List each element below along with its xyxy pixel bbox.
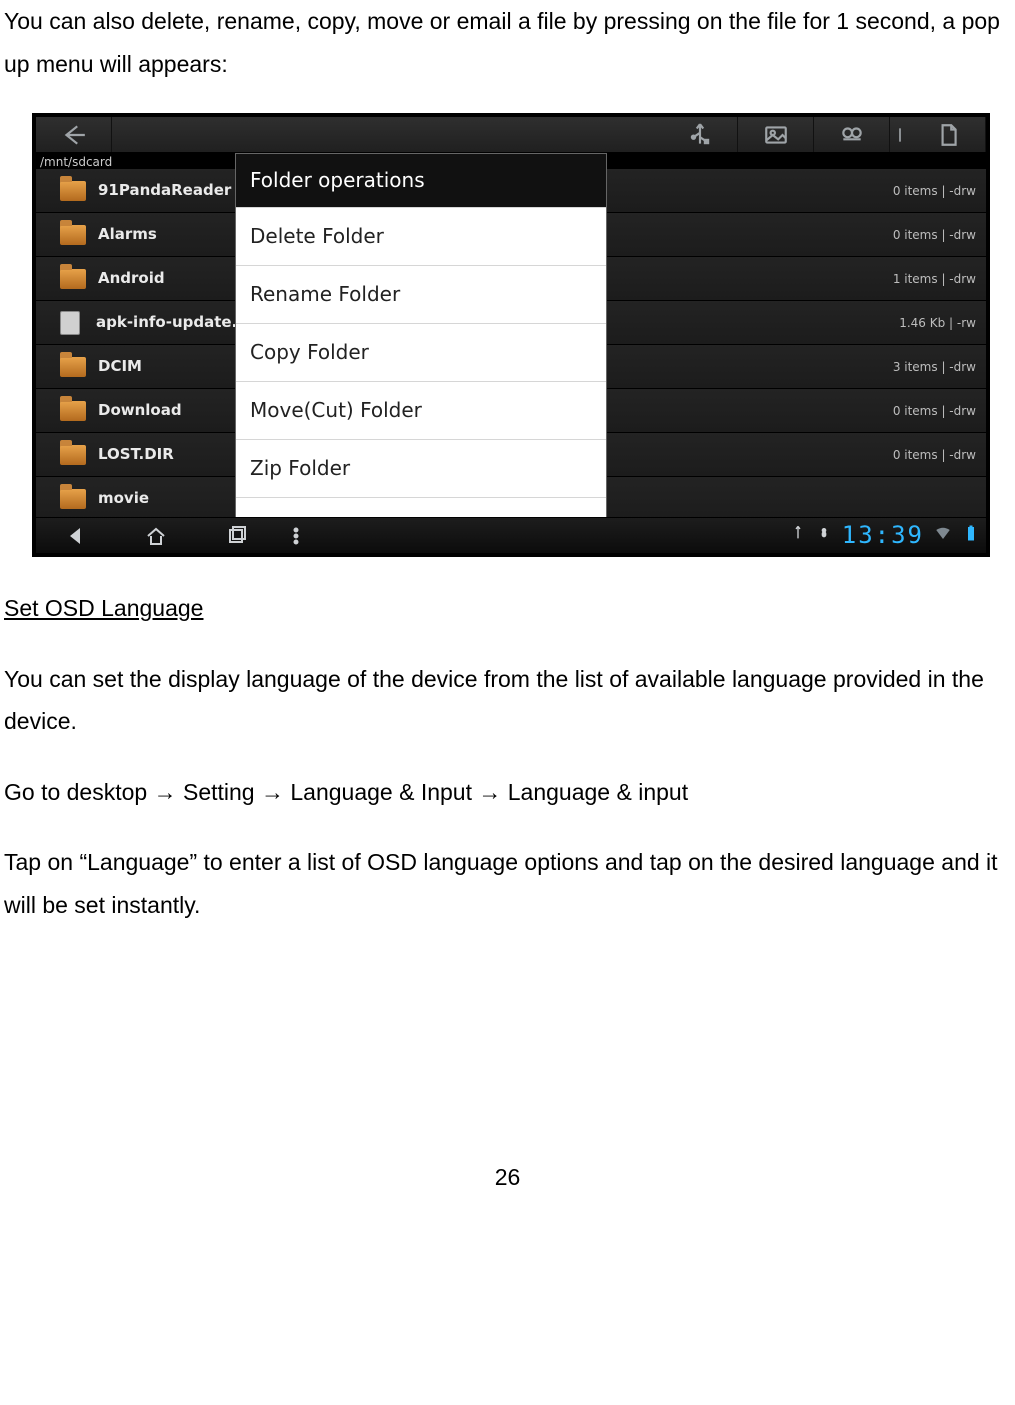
status-clock: 13:39 (842, 513, 924, 553)
file-info: 3 items | -drw (893, 356, 976, 378)
folder-icon (60, 489, 86, 509)
nav-home-icon[interactable] (116, 518, 196, 554)
popup-item[interactable]: Move(Cut) Folder (236, 381, 606, 439)
new-file-icon[interactable] (910, 117, 986, 152)
folder-icon (60, 269, 86, 289)
popup-item[interactable]: Rename Folder (236, 265, 606, 323)
popup-item[interactable]: Zip Folder (236, 439, 606, 497)
osd-nav-path: Go to desktop → Setting → Language & Inp… (4, 771, 1011, 814)
folder-icon (60, 181, 86, 201)
osd-para-2: Tap on “Language” to enter a list of OSD… (4, 841, 1011, 926)
file-info: 0 items | -drw (893, 400, 976, 422)
file-info: 1 items | -drw (893, 268, 976, 290)
section-title-osd: Set OSD Language (4, 587, 1011, 630)
battery-icon (962, 514, 980, 553)
wifi-icon (934, 514, 952, 553)
folder-operations-popup: Folder operations Delete FolderRename Fo… (235, 153, 607, 553)
nav-recent-icon[interactable] (196, 518, 276, 554)
file-info: 1.46 Kb | -rw (899, 312, 976, 334)
sep-icon (890, 117, 910, 152)
android-screenshot: /mnt/sdcard 91PandaReader0 items | -drwA… (32, 113, 990, 557)
popup-title: Folder operations (236, 154, 606, 207)
nav-menu-icon[interactable] (276, 518, 316, 554)
back-icon[interactable] (36, 117, 112, 152)
file-info: 0 items | -drw (893, 180, 976, 202)
picture-icon[interactable] (738, 117, 814, 152)
folder-icon (60, 225, 86, 245)
usb-icon[interactable] (662, 117, 738, 152)
status-usb-icon (790, 521, 806, 551)
file-info: 0 items | -drw (893, 224, 976, 246)
film-icon[interactable] (814, 117, 890, 152)
file-info: 0 items | -drw (893, 444, 976, 466)
status-debug-icon (816, 521, 832, 551)
nav-back-icon[interactable] (36, 518, 116, 554)
osd-para-1: You can set the display language of the … (4, 658, 1011, 743)
folder-icon (60, 445, 86, 465)
page-number: 26 (4, 1156, 1011, 1199)
fm-toolbar (36, 117, 986, 153)
popup-item[interactable]: Copy Folder (236, 323, 606, 381)
folder-icon (60, 401, 86, 421)
popup-item[interactable]: Delete Folder (236, 207, 606, 265)
folder-icon (60, 357, 86, 377)
android-navbar: 13:39 (36, 517, 986, 553)
intro-paragraph: You can also delete, rename, copy, move … (4, 0, 1011, 85)
file-icon (60, 311, 80, 335)
